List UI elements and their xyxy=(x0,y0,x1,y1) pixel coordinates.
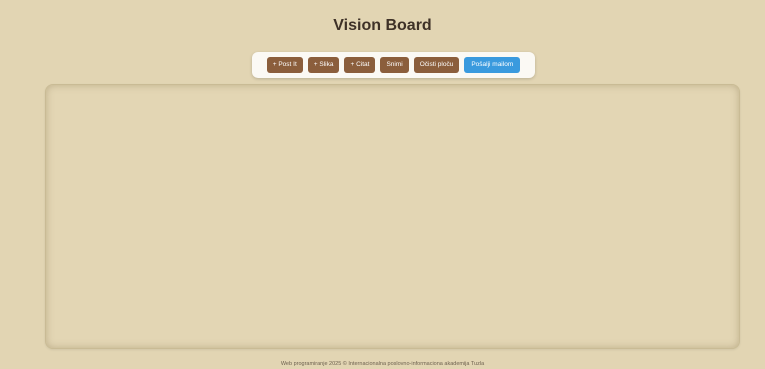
add-post-it-button[interactable]: + Post It xyxy=(266,57,303,73)
add-image-button[interactable]: + Slika xyxy=(307,57,340,73)
send-email-button[interactable]: Pošalji mailom xyxy=(464,57,521,73)
toolbar: + Post It + Slika + Citat Snimi Očisti p… xyxy=(252,52,535,78)
footer-text: Web programiranje 2025 © Internacionalna… xyxy=(280,361,485,367)
save-button[interactable]: Snimi xyxy=(380,57,409,73)
add-quote-button[interactable]: + Citat xyxy=(344,57,376,73)
page-title: Vision Board xyxy=(333,17,432,34)
clear-board-button[interactable]: Očisti ploču xyxy=(413,57,460,73)
vision-board-canvas[interactable] xyxy=(45,84,740,349)
